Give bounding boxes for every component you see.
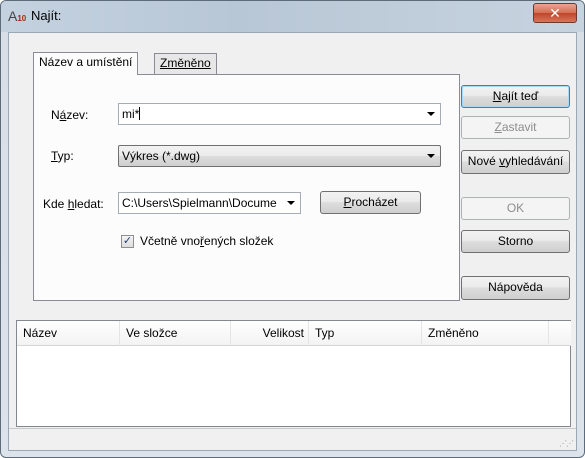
look-in-label: Kde hledat: (43, 197, 104, 211)
find-dialog: A10 Najít: ✕ Název a umístění Změněno Ná… (0, 0, 585, 458)
tab-modified[interactable]: Změněno (154, 53, 217, 74)
name-input[interactable]: mi* (118, 103, 441, 125)
tab-name-and-location[interactable]: Název a umístění (33, 52, 139, 75)
look-in-value: C:\Users\Spielmann\Docume (122, 196, 277, 210)
type-select-value: Výkres (*.dwg) (122, 149, 201, 163)
autocad-app-icon: A10 (8, 8, 27, 24)
column-header-name[interactable]: Název (17, 321, 120, 346)
column-header-type[interactable]: Typ (309, 321, 422, 346)
tab-label: Název a umístění (39, 55, 133, 69)
look-in-select[interactable]: C:\Users\Spielmann\Docume (118, 192, 301, 214)
title-bar[interactable]: A10 Najít: ✕ (1, 1, 584, 32)
column-header-filler (549, 321, 571, 346)
column-header-modified[interactable]: Změněno (422, 321, 549, 346)
chevron-down-icon (287, 201, 295, 205)
cancel-button[interactable]: Storno (461, 230, 570, 253)
ok-button[interactable]: OK (461, 197, 570, 220)
results-list[interactable]: Název Ve složce Velikost Typ Změněno (16, 320, 571, 427)
close-icon: ✕ (549, 5, 561, 21)
include-subfolders-label: Včetně vnořených složek (140, 234, 274, 248)
browse-button[interactable]: Procházet (320, 191, 421, 214)
find-now-button[interactable]: Najít teď (461, 85, 570, 108)
chevron-down-icon (427, 154, 435, 158)
stop-button[interactable]: Zastavit (461, 116, 570, 139)
resize-grip-icon[interactable]: ⋰⋰ (559, 439, 574, 448)
chevron-down-icon[interactable] (427, 112, 435, 116)
text-caret (139, 107, 141, 120)
tab-panel-name-and-location: Název: mi* Typ: Výkres (*.dwg) Kde hleda… (33, 74, 460, 301)
type-label: Typ: (51, 149, 74, 163)
help-button[interactable]: Nápověda (461, 276, 570, 300)
include-subfolders-checkbox[interactable]: ✓ (121, 235, 134, 248)
status-bar: ⋰⋰ (9, 428, 576, 450)
name-input-value: mi* (122, 107, 140, 121)
dialog-client-area: Název a umístění Změněno Název: mi* Typ:… (8, 32, 577, 451)
column-header-folder[interactable]: Ve složce (120, 321, 231, 346)
column-header-size[interactable]: Velikost (231, 321, 309, 346)
name-label: Název: (51, 108, 89, 122)
close-button[interactable]: ✕ (533, 3, 577, 23)
tab-label: Změněno (160, 56, 211, 70)
checkmark-icon: ✓ (122, 235, 133, 247)
type-select[interactable]: Výkres (*.dwg) (118, 145, 441, 167)
window-title: Najít: (31, 8, 62, 23)
new-search-button[interactable]: Nové vyhledávání (461, 150, 570, 174)
